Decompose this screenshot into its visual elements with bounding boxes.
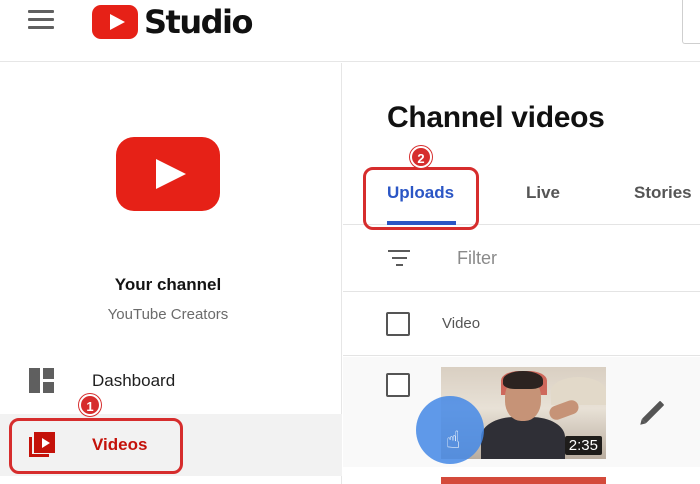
- page-title: Channel videos: [387, 101, 605, 134]
- channel-subtitle: YouTube Creators: [107, 306, 229, 323]
- step-badge-2: 2: [410, 146, 432, 168]
- sidebar-item-label: Dashboard: [92, 371, 176, 390]
- table-row[interactable]: 2:35: [343, 357, 700, 467]
- column-header-video: Video: [442, 315, 481, 332]
- tab-stories[interactable]: Stories: [634, 183, 692, 203]
- filter-icon[interactable]: [387, 250, 411, 268]
- step-badge-1: 1: [79, 394, 101, 416]
- select-all-checkbox[interactable]: [386, 312, 410, 336]
- dashboard-icon: [29, 368, 55, 394]
- channel-avatar[interactable]: [116, 137, 220, 211]
- tab-live[interactable]: Live: [526, 183, 560, 203]
- filter-input[interactable]: [457, 248, 657, 269]
- sidebar-item-dashboard[interactable]: Dashboard: [0, 353, 342, 409]
- logo-text: Studio: [144, 3, 253, 41]
- video-duration: 2:35: [564, 436, 602, 455]
- channel-title: Your channel: [114, 275, 222, 294]
- table-header: Video: [343, 293, 700, 356]
- next-video-thumbnail[interactable]: [441, 477, 606, 484]
- studio-logo[interactable]: Studio: [92, 2, 253, 42]
- main-content: Channel videos Uploads Live Stories Vide…: [343, 63, 700, 484]
- edit-pencil-icon[interactable]: [639, 399, 665, 425]
- row-checkbox[interactable]: [386, 373, 410, 397]
- top-right-control[interactable]: [682, 0, 700, 44]
- highlight-uploads: [363, 167, 479, 230]
- filter-bar: [343, 226, 700, 292]
- hand-cursor-icon: ☝: [446, 427, 461, 454]
- youtube-logo-icon: [92, 5, 138, 39]
- hamburger-icon[interactable]: [28, 10, 56, 34]
- highlight-videos: [9, 418, 183, 474]
- top-bar: Studio: [0, 0, 700, 62]
